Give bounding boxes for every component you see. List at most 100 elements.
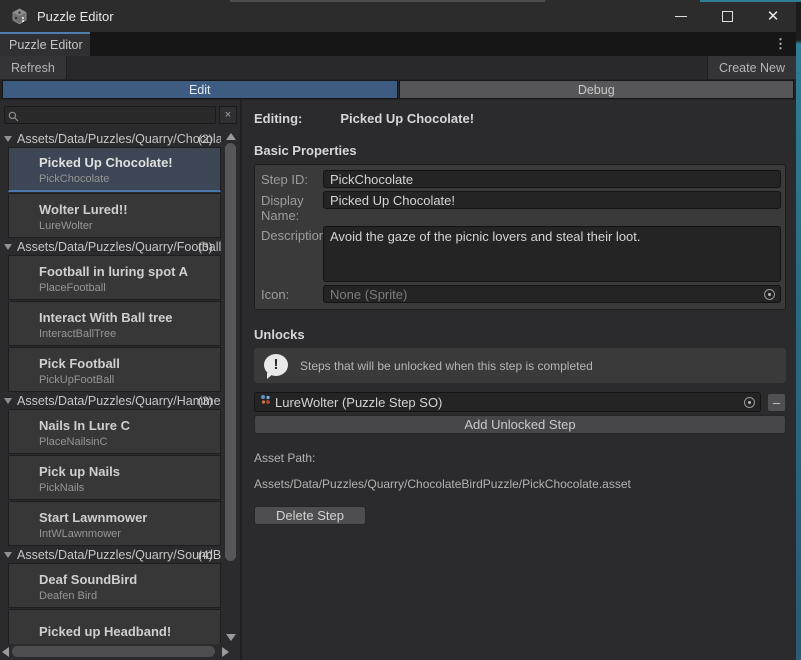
maximize-icon (722, 11, 733, 22)
step-item-title: Start Lawnmower (39, 510, 216, 525)
minimize-button[interactable] (658, 0, 704, 32)
scroll-left-icon[interactable] (2, 647, 9, 657)
create-new-button[interactable]: Create New (707, 56, 796, 79)
step-item[interactable]: Picked Up Chocolate! PickChocolate (8, 147, 221, 192)
asset-path-label: Asset Path: (254, 451, 786, 465)
step-item[interactable]: Pick Football PickUpFootBall (8, 347, 221, 392)
background-top-edge-gray (230, 0, 545, 2)
step-item-title: Picked up Headband! (39, 624, 216, 639)
editing-header: Editing: Picked Up Chocolate! (254, 111, 786, 126)
icon-object-value: None (Sprite) (330, 287, 407, 302)
vertical-scrollbar-thumb[interactable] (225, 143, 236, 561)
step-item-title: Wolter Lured!! (39, 202, 216, 217)
puzzle-group: Assets/Data/Puzzles/Quarry/SoundBirdPuzz… (0, 547, 221, 644)
step-id-label: Step ID: (261, 170, 323, 187)
step-item-id: InteractBallTree (39, 328, 216, 340)
foldout-arrow-icon (4, 244, 12, 250)
icon-object-field[interactable]: None (Sprite) (323, 285, 781, 303)
editing-label: Editing: (254, 111, 302, 126)
window-titlebar: Puzzle Editor ✕ (0, 0, 796, 32)
tab-debug[interactable]: Debug (399, 80, 795, 99)
display-name-row: Display Name: Picked Up Chocolate! (261, 191, 781, 223)
step-item-id: PlaceFootball (39, 282, 216, 294)
search-row: × (0, 100, 240, 130)
group-header[interactable]: Assets/Data/Puzzles/Quarry/HammerBirdPuz… (0, 393, 221, 408)
refresh-button[interactable]: Refresh (0, 56, 67, 79)
description-label: Description: (261, 226, 323, 243)
minimize-icon (675, 16, 687, 17)
search-input[interactable] (4, 106, 216, 124)
description-row: Description: Avoid the gaze of the picni… (261, 226, 781, 282)
horizontal-scrollbar-thumb[interactable] (12, 646, 215, 657)
info-icon: ! (264, 354, 289, 378)
remove-unlocked-step-button[interactable]: – (767, 393, 786, 412)
editing-value: Picked Up Chocolate! (340, 111, 474, 126)
horizontal-scrollbar[interactable] (0, 645, 232, 659)
group-header[interactable]: Assets/Data/Puzzles/Quarry/ChocolateBird… (0, 131, 221, 146)
step-item[interactable]: Football in luring spot A PlaceFootball (8, 255, 221, 300)
step-item-id: PickUpFootBall (39, 374, 216, 386)
kebab-menu-icon[interactable]: ⋮ (774, 36, 787, 52)
step-item[interactable]: Start Lawnmower IntWLawnmower (8, 501, 221, 546)
unlocked-step-row: LureWolter (Puzzle Step SO) – (254, 392, 786, 412)
group-count: (2) (198, 132, 213, 146)
toolbar: Refresh Create New (0, 56, 796, 79)
tab-edit[interactable]: Edit (2, 80, 398, 99)
app-dice-icon (11, 8, 28, 25)
group-path: Assets/Data/Puzzles/Quarry/ChocolateBird… (17, 132, 221, 146)
scriptable-object-icon (259, 393, 272, 411)
tab-puzzle-editor[interactable]: Puzzle Editor (0, 32, 90, 56)
foldout-arrow-icon (4, 136, 12, 142)
object-picker-icon[interactable] (764, 289, 775, 300)
group-path: Assets/Data/Puzzles/Quarry/HammerBirdPuz… (17, 394, 221, 408)
icon-label: Icon: (261, 285, 323, 302)
group-count: (3) (198, 394, 213, 408)
step-item-id: Deafen Bird (39, 590, 216, 602)
icon-row: Icon: None (Sprite) (261, 285, 781, 303)
step-item-title: Pick Football (39, 356, 216, 371)
scroll-right-icon[interactable] (222, 647, 229, 657)
step-item-title: Picked Up Chocolate! (39, 155, 216, 170)
scroll-down-icon[interactable] (226, 634, 236, 641)
unlocks-help-text: Steps that will be unlocked when this st… (300, 359, 593, 373)
vertical-scrollbar[interactable] (224, 130, 238, 644)
step-item-id: PickChocolate (39, 173, 216, 185)
step-item-id: IntWLawnmower (39, 528, 216, 540)
step-item[interactable]: Nails In Lure C PlaceNailsinC (8, 409, 221, 454)
background-top-edge-teal (700, 0, 801, 2)
foldout-arrow-icon (4, 552, 12, 558)
object-picker-icon[interactable] (744, 397, 755, 408)
maximize-button[interactable] (704, 0, 750, 32)
search-clear-button[interactable]: × (219, 106, 237, 124)
step-item[interactable]: Pick up Nails PickNails (8, 455, 221, 500)
basic-properties-box: Step ID: PickChocolate Display Name: Pic… (254, 164, 786, 310)
group-count: (3) (198, 240, 213, 254)
basic-properties-title: Basic Properties (254, 143, 786, 158)
step-list: Assets/Data/Puzzles/Quarry/ChocolateBird… (0, 130, 221, 644)
group-header[interactable]: Assets/Data/Puzzles/Quarry/FootballBirdP… (0, 239, 221, 254)
step-item[interactable]: Deaf SoundBird Deafen Bird (8, 563, 221, 608)
group-header[interactable]: Assets/Data/Puzzles/Quarry/SoundBirdPuzz… (0, 547, 221, 562)
puzzle-group: Assets/Data/Puzzles/Quarry/HammerBirdPuz… (0, 393, 221, 546)
step-item-id: PlaceNailsinC (39, 436, 216, 448)
close-button[interactable]: ✕ (750, 0, 796, 32)
unlocked-step-object-field[interactable]: LureWolter (Puzzle Step SO) (254, 392, 761, 412)
step-id-field[interactable]: PickChocolate (323, 170, 781, 188)
step-item[interactable]: Interact With Ball tree InteractBallTree (8, 301, 221, 346)
display-name-label: Display Name: (261, 191, 323, 223)
scroll-up-icon[interactable] (226, 133, 236, 140)
step-item-title: Interact With Ball tree (39, 310, 216, 325)
display-name-field[interactable]: Picked Up Chocolate! (323, 191, 781, 209)
delete-step-button[interactable]: Delete Step (254, 506, 366, 525)
step-id-row: Step ID: PickChocolate (261, 170, 781, 188)
unlocks-title: Unlocks (254, 327, 786, 342)
description-field[interactable]: Avoid the gaze of the picnic lovers and … (323, 226, 781, 282)
content-area: × Assets/Data/Puzzles/Quarry/ChocolateBi… (0, 100, 796, 660)
add-unlocked-step-button[interactable]: Add Unlocked Step (254, 415, 786, 434)
step-item[interactable]: Wolter Lured!! LureWolter (8, 193, 221, 238)
puzzle-group: Assets/Data/Puzzles/Quarry/FootballBirdP… (0, 239, 221, 392)
window-title: Puzzle Editor (37, 9, 114, 24)
puzzle-editor-window: Puzzle Editor ✕ Puzzle Editor ⋮ Refresh … (0, 0, 796, 660)
step-item[interactable]: Picked up Headband! (8, 609, 221, 644)
step-item-title: Nails In Lure C (39, 418, 216, 433)
